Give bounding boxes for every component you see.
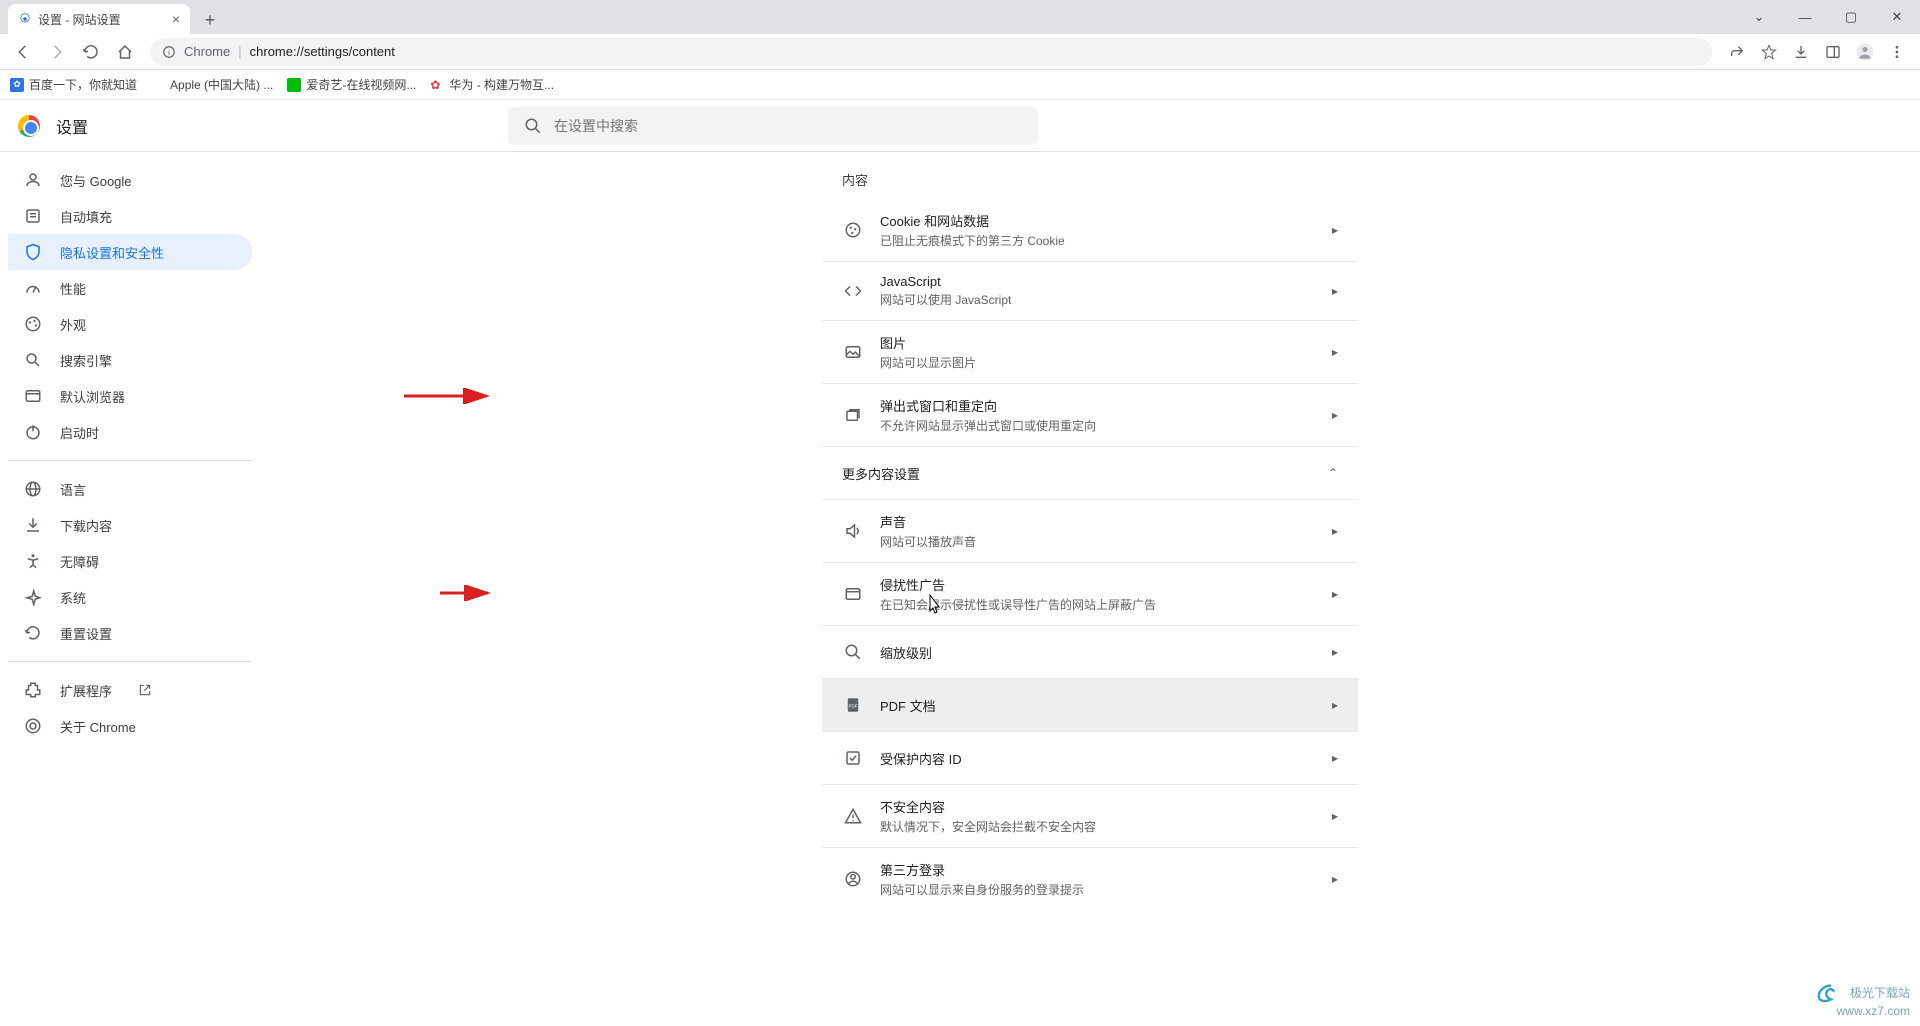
- content-area: 内容 Cookie 和网站数据已阻止无痕模式下的第三方 Cookie ▸ Jav…: [260, 152, 1920, 1026]
- new-tab-button[interactable]: +: [196, 6, 224, 34]
- sidebar-item-autofill[interactable]: 自动填充: [8, 198, 252, 234]
- sidebar-item-performance[interactable]: 性能: [8, 270, 252, 306]
- pdf-icon: PDF: [842, 696, 864, 714]
- chevron-right-icon: ▸: [1332, 751, 1338, 765]
- row-pdf[interactable]: PDF PDF 文档 ▸: [822, 679, 1358, 731]
- profile-icon[interactable]: [1850, 37, 1880, 67]
- download-icon[interactable]: [1786, 37, 1816, 67]
- browser-toolbar: i Chrome | chrome://settings/content: [0, 34, 1920, 70]
- ads-icon: [842, 585, 864, 603]
- popup-icon: [842, 406, 864, 424]
- minimize-button[interactable]: —: [1782, 2, 1828, 32]
- cookie-icon: [842, 221, 864, 239]
- sidebar-item-system[interactable]: 系统: [8, 579, 252, 615]
- window-controls: ⌄ — ▢ ✕: [1736, 0, 1920, 34]
- sidebar-item-extensions[interactable]: 扩展程序: [8, 672, 252, 708]
- sidebar-item-about[interactable]: 关于 Chrome: [8, 708, 252, 744]
- row-thirdparty-login[interactable]: 第三方登录网站可以显示来自身份服务的登录提示 ▸: [822, 848, 1358, 910]
- protected-icon: [842, 749, 864, 767]
- sidebar-item-accessibility[interactable]: 无障碍: [8, 543, 252, 579]
- chrome-logo-icon: [18, 115, 40, 137]
- watermark-logo-icon: [1815, 984, 1847, 1004]
- bookmark-iqiyi[interactable]: 爱奇艺-在线视频网...: [287, 76, 416, 93]
- address-bar[interactable]: i Chrome | chrome://settings/content: [150, 38, 1712, 66]
- settings-title: 设置: [56, 114, 88, 138]
- gear-icon: [18, 12, 32, 26]
- info-icon: i: [162, 45, 176, 59]
- url-scheme: Chrome: [184, 44, 230, 59]
- search-icon: [524, 117, 542, 135]
- row-insecure[interactable]: 不安全内容默认情况下，安全网站会拦截不安全内容 ▸: [822, 785, 1358, 847]
- sidepanel-icon[interactable]: [1818, 37, 1848, 67]
- svg-text:i: i: [168, 47, 170, 56]
- chevron-right-icon: ▸: [1332, 345, 1338, 359]
- row-javascript[interactable]: JavaScript网站可以使用 JavaScript ▸: [822, 262, 1358, 320]
- chevron-right-icon: ▸: [1332, 587, 1338, 601]
- row-more-settings[interactable]: 更多内容设置 ⌃: [822, 447, 1358, 499]
- home-button[interactable]: [110, 37, 140, 67]
- chevron-down-icon[interactable]: ⌄: [1736, 2, 1782, 32]
- chevron-right-icon: ▸: [1332, 698, 1338, 712]
- section-title: 内容: [822, 152, 1358, 199]
- settings-search-input[interactable]: [554, 118, 1022, 134]
- back-button[interactable]: [8, 37, 38, 67]
- row-popups[interactable]: 弹出式窗口和重定向不允许网站显示弹出式窗口或使用重定向 ▸: [822, 384, 1358, 446]
- chevron-right-icon: ▸: [1332, 408, 1338, 422]
- chevron-right-icon: ▸: [1332, 524, 1338, 538]
- share-icon[interactable]: [1722, 37, 1752, 67]
- settings-search[interactable]: [508, 107, 1038, 145]
- chevron-right-icon: ▸: [1332, 645, 1338, 659]
- chevron-right-icon: ▸: [1332, 223, 1338, 237]
- close-window-button[interactable]: ✕: [1874, 2, 1920, 32]
- tab-title: 设置 - 网站设置: [38, 11, 121, 28]
- chevron-up-icon: ⌃: [1328, 466, 1338, 480]
- bookmark-icon[interactable]: [1754, 37, 1784, 67]
- reload-button[interactable]: [76, 37, 106, 67]
- settings-sidebar: 您与 Google 自动填充 隐私设置和安全性 性能 外观 搜索引擎 默认浏览器…: [0, 152, 260, 1026]
- url-text: chrome://settings/content: [250, 44, 395, 59]
- row-images[interactable]: 图片网站可以显示图片 ▸: [822, 321, 1358, 383]
- sidebar-item-search[interactable]: 搜索引擎: [8, 342, 252, 378]
- sidebar-item-startup[interactable]: 启动时: [8, 414, 252, 450]
- row-protected[interactable]: 受保护内容 ID ▸: [822, 732, 1358, 784]
- bookmarks-bar: ✿百度一下，你就知道 Apple (中国大陆) ... 爱奇艺-在线视频网...…: [0, 70, 1920, 100]
- sidebar-item-appearance[interactable]: 外观: [8, 306, 252, 342]
- image-icon: [842, 343, 864, 361]
- svg-text:PDF: PDF: [849, 703, 858, 708]
- watermark: 极光下载站 www.xz7.com: [1815, 984, 1910, 1020]
- bookmark-huawei[interactable]: ✿华为 - 构建万物互...: [430, 76, 554, 93]
- row-ads[interactable]: 侵扰性广告在已知会展示侵扰性或误导性广告的网站上屏蔽广告 ▸: [822, 563, 1358, 625]
- titlebar: 设置 - 网站设置 × + ⌄ — ▢ ✕: [0, 0, 1920, 34]
- content-panel: 内容 Cookie 和网站数据已阻止无痕模式下的第三方 Cookie ▸ Jav…: [822, 152, 1358, 1026]
- menu-icon[interactable]: [1882, 37, 1912, 67]
- settings-header: 设置: [0, 100, 1920, 152]
- chevron-right-icon: ▸: [1332, 809, 1338, 823]
- browser-tab[interactable]: 设置 - 网站设置 ×: [8, 4, 190, 34]
- sidebar-item-default-browser[interactable]: 默认浏览器: [8, 378, 252, 414]
- sidebar-item-downloads[interactable]: 下载内容: [8, 507, 252, 543]
- login-icon: [842, 870, 864, 888]
- zoom-icon: [842, 643, 864, 661]
- chevron-right-icon: ▸: [1332, 284, 1338, 298]
- sound-icon: [842, 522, 864, 540]
- chevron-right-icon: ▸: [1332, 872, 1338, 886]
- bookmark-apple[interactable]: Apple (中国大陆) ...: [151, 76, 273, 93]
- sidebar-item-you-google[interactable]: 您与 Google: [8, 162, 252, 198]
- row-sound[interactable]: 声音网站可以播放声音 ▸: [822, 500, 1358, 562]
- sidebar-item-privacy[interactable]: 隐私设置和安全性: [8, 234, 252, 270]
- external-link-icon: [138, 683, 152, 697]
- code-icon: [842, 282, 864, 300]
- bookmark-baidu[interactable]: ✿百度一下，你就知道: [10, 76, 137, 93]
- forward-button[interactable]: [42, 37, 72, 67]
- warning-icon: [842, 807, 864, 825]
- maximize-button[interactable]: ▢: [1828, 2, 1874, 32]
- close-tab-button[interactable]: ×: [172, 11, 180, 27]
- row-zoom[interactable]: 缩放级别 ▸: [822, 626, 1358, 678]
- sidebar-item-reset[interactable]: 重置设置: [8, 615, 252, 651]
- row-cookies[interactable]: Cookie 和网站数据已阻止无痕模式下的第三方 Cookie ▸: [822, 199, 1358, 261]
- sidebar-item-language[interactable]: 语言: [8, 471, 252, 507]
